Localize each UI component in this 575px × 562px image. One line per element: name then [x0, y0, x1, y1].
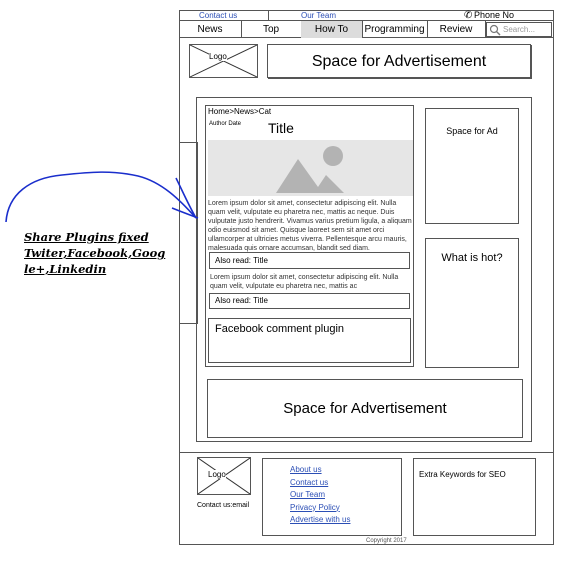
article-box: Home>News>Cat Author Date Title Lorem ip… — [205, 105, 414, 367]
top-bar-divider — [268, 10, 269, 21]
footer-divider — [179, 452, 554, 453]
our-team-link[interactable]: Our Team — [301, 10, 336, 21]
footer-link-privacy-policy[interactable]: Privacy Policy — [290, 502, 350, 515]
what-is-hot-label: What is hot? — [441, 252, 503, 264]
also-read-link-1[interactable]: Also read: Title — [209, 252, 410, 269]
search-box[interactable]: Search... — [486, 22, 552, 37]
top-ad-label: Space for Advertisement — [311, 53, 487, 70]
what-is-hot-box: What is hot? — [425, 238, 519, 368]
search-input[interactable]: Search... — [503, 23, 535, 36]
footer-link-our-team[interactable]: Our Team — [290, 489, 350, 502]
nav-tab-news[interactable]: News — [179, 21, 242, 38]
footer-logo-label: Logo — [208, 470, 226, 479]
logo-label: Logo — [209, 52, 227, 61]
footer-logo: Logo — [197, 457, 251, 495]
nav-tab-label: Programming — [364, 24, 425, 35]
nav-bar: News Top How To Programming Review Searc… — [179, 21, 554, 38]
nav-tab-review[interactable]: Review — [427, 21, 486, 38]
top-ad-space: Space for Advertisement — [267, 44, 531, 78]
contact-us-link[interactable]: Contact us — [199, 10, 237, 21]
facebook-comment-label: Facebook comment plugin — [215, 323, 345, 335]
logo-placeholder-icon — [190, 45, 257, 77]
phone-icon: ✆ — [464, 10, 473, 21]
footer-link-contact-us[interactable]: Contact us — [290, 477, 350, 490]
article-title: Title — [268, 120, 294, 136]
footer-contact-email: Contact us:email — [197, 502, 250, 509]
search-icon — [489, 24, 501, 36]
seo-keywords-box: Extra Keywords for SEO — [413, 458, 536, 536]
also-read-link-2[interactable]: Also read: Title — [209, 293, 410, 309]
top-bar: Contact us Our Team ✆ Phone No — [179, 10, 554, 21]
article-body-2: Lorem ipsum dolor sit amet, consectetur … — [210, 274, 399, 290]
annotation-share-plugins: Share Plugins fixed Twiter,Facebook,Goog… — [24, 230, 166, 276]
breadcrumb: Home>News>Cat — [208, 107, 272, 116]
article-image-placeholder — [208, 140, 413, 196]
author-date: Author Date — [209, 121, 242, 127]
sidebar-ad-space: Space for Ad — [425, 108, 519, 224]
bottom-ad-space: Space for Advertisement — [207, 379, 523, 438]
nav-tab-label: How To — [314, 24, 349, 35]
nav-tab-label: News — [197, 24, 223, 35]
footer-link-advertise[interactable]: Advertise with us — [290, 514, 350, 527]
image-icon — [276, 146, 344, 193]
footer-links-box: About us Contact us Our Team Privacy Pol… — [262, 458, 402, 536]
phone-number: Phone No — [474, 10, 515, 20]
nav-tab-top[interactable]: Top — [241, 21, 302, 38]
copyright: Copyright 2017 — [366, 538, 407, 544]
facebook-comment-plugin[interactable]: Facebook comment plugin — [208, 318, 411, 363]
nav-tab-label: Review — [439, 24, 473, 35]
also-read-label: Also read: Title — [215, 296, 268, 305]
article-body-1: Lorem ipsum dolor sit amet, consectetur … — [208, 200, 412, 252]
nav-tab-label: Top — [262, 24, 280, 35]
also-read-label: Also read: Title — [215, 256, 268, 265]
bottom-ad-label: Space for Advertisement — [283, 400, 447, 417]
header-logo: Logo — [189, 44, 258, 78]
footer-link-about-us[interactable]: About us — [290, 464, 350, 477]
seo-keywords-label: Extra Keywords for SEO — [419, 470, 506, 479]
nav-tab-how-to[interactable]: How To — [301, 21, 363, 38]
sidebar-ad-label: Space for Ad — [446, 126, 498, 136]
nav-tab-programming[interactable]: Programming — [362, 21, 428, 38]
